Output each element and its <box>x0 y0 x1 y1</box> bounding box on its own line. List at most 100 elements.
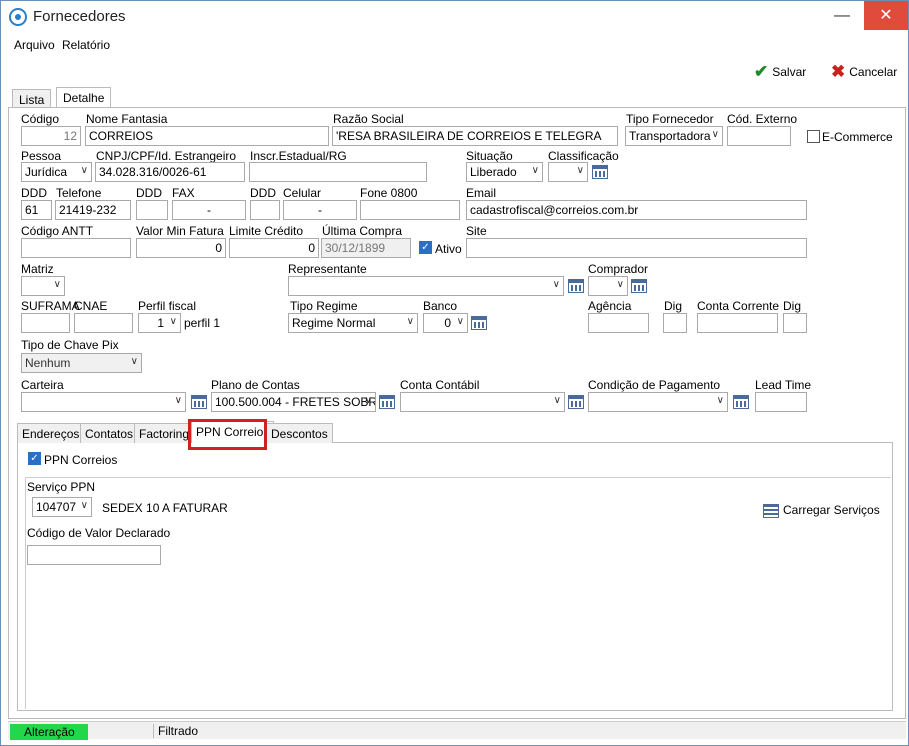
conta-contabil-select[interactable]: ∨ <box>400 392 565 412</box>
calendar-icon[interactable] <box>733 395 749 409</box>
comprador-select[interactable]: ∨ <box>588 276 628 296</box>
calendar-icon[interactable] <box>191 395 207 409</box>
lead-time-label: Lead Time <box>755 378 812 392</box>
conta-field[interactable] <box>697 313 778 333</box>
representante-select[interactable]: ∨ <box>288 276 564 296</box>
chevron-down-icon: ∨ <box>80 165 88 176</box>
ecommerce-checkbox[interactable] <box>807 130 820 143</box>
razao-social-label: Razão Social <box>333 112 404 126</box>
chevron-down-icon: ∨ <box>531 165 539 176</box>
limite-field[interactable]: 0 <box>229 238 319 258</box>
calendar-icon[interactable] <box>631 279 647 293</box>
tab-lista[interactable]: Lista <box>12 89 52 109</box>
pessoa-label: Pessoa <box>21 149 62 163</box>
tab-factoring[interactable]: Factoring <box>134 423 195 443</box>
dig2-label: Dig <box>783 299 802 313</box>
calendar-icon[interactable] <box>379 395 395 409</box>
tipo-fornecedor-select[interactable]: Transportadora ∨ <box>625 126 723 146</box>
tipo-chave-select[interactable]: Nenhum ∨ <box>21 353 142 373</box>
banco-label: Banco <box>423 299 458 313</box>
carteira-select[interactable]: ∨ <box>21 392 186 412</box>
lead-time-field[interactable] <box>755 392 807 412</box>
classificacao-select[interactable]: ∨ <box>548 162 588 182</box>
menu-relatorio[interactable]: Relatório <box>62 38 110 52</box>
ddd3-field[interactable] <box>250 200 280 220</box>
window: Fornecedores — ✕ Arquivo Relatório ✔ Sal… <box>0 0 909 746</box>
dig1-field[interactable] <box>663 313 687 333</box>
cancel-button[interactable]: ✖ Cancelar <box>831 62 897 82</box>
carteira-label: Carteira <box>21 378 64 392</box>
minimize-button[interactable]: — <box>820 1 864 30</box>
fone0800-field[interactable] <box>360 200 460 220</box>
tipo-regime-select[interactable]: Regime Normal ∨ <box>288 313 418 333</box>
fax-label: FAX <box>172 186 195 200</box>
status-mode: Alteração <box>10 724 88 740</box>
condicao-select[interactable]: ∨ <box>588 392 728 412</box>
chevron-down-icon: ∨ <box>552 279 560 290</box>
calendar-icon[interactable] <box>568 395 584 409</box>
inscr-field[interactable] <box>249 162 427 182</box>
ddd1-field[interactable]: 61 <box>21 200 52 220</box>
ddd2-field[interactable] <box>136 200 168 220</box>
cnae-field[interactable] <box>74 313 133 333</box>
sub-tabs: Endereços Contatos Factoring PPN Correio… <box>17 421 893 443</box>
antt-field[interactable] <box>21 238 131 258</box>
chevron-down-icon: ∨ <box>174 395 182 406</box>
close-button[interactable]: ✕ <box>864 1 908 30</box>
cnpj-field[interactable]: 34.028.316/0026-61 <box>95 162 245 182</box>
valor-declarado-field[interactable] <box>27 545 161 565</box>
email-field[interactable]: cadastrofiscal@correios.com.br <box>466 200 807 220</box>
menu-arquivo[interactable]: Arquivo <box>14 38 55 52</box>
inscr-label: Inscr.Estadual/RG <box>250 149 347 163</box>
tab-detalhe[interactable]: Detalhe <box>56 87 112 109</box>
plano-value: 100.500.004 - FRETES SOBRE <box>215 395 376 409</box>
situacao-select[interactable]: Liberado ∨ <box>466 162 543 182</box>
calendar-icon[interactable] <box>592 165 608 179</box>
main-tabs: Lista Detalhe <box>8 87 906 109</box>
tab-enderecos[interactable]: Endereços <box>17 423 85 443</box>
ppn-checkbox[interactable]: ✓ <box>28 452 41 465</box>
chevron-down-icon: ∨ <box>130 356 138 367</box>
dig2-field[interactable] <box>783 313 807 333</box>
chevron-down-icon: ∨ <box>456 316 464 327</box>
perfil-desc: perfil 1 <box>184 316 221 330</box>
cnpj-label: CNPJ/CPF/Id. Estrangeiro <box>96 149 237 163</box>
fax-field[interactable]: - <box>172 200 246 220</box>
ativo-checkbox[interactable]: ✓ <box>419 241 432 254</box>
calendar-icon[interactable] <box>471 316 487 330</box>
cod-externo-field[interactable] <box>727 126 791 146</box>
situacao-label: Situação <box>466 149 513 163</box>
pessoa-select[interactable]: Jurídica ∨ <box>21 162 92 182</box>
tipo-regime-label: Tipo Regime <box>290 299 358 313</box>
tab-descontos[interactable]: Descontos <box>266 423 333 443</box>
codigo-field[interactable]: 12 <box>21 126 81 146</box>
nome-fantasia-label: Nome Fantasia <box>86 112 168 126</box>
valor-min-field[interactable]: 0 <box>136 238 226 258</box>
banco-select[interactable]: 0 ∨ <box>423 313 468 333</box>
razao-social-field[interactable]: 'RESA BRASILEIRA DE CORREIOS E TELEGRA <box>332 126 618 146</box>
celular-field[interactable]: - <box>283 200 357 220</box>
perfil-value: 1 <box>157 316 164 330</box>
telefone-field[interactable]: 21419-232 <box>55 200 131 220</box>
plano-select[interactable]: 100.500.004 - FRETES SOBRE ∨ <box>211 392 376 412</box>
condicao-label: Condição de Pagamento <box>588 378 721 392</box>
cancel-label: Cancelar <box>849 65 898 79</box>
ddd3-label: DDD <box>250 186 276 200</box>
chevron-down-icon: ∨ <box>53 279 61 290</box>
agencia-field[interactable] <box>588 313 649 333</box>
perfil-select[interactable]: 1 ∨ <box>138 313 181 333</box>
classificacao-label: Classificação <box>548 149 619 163</box>
tipo-fornecedor-value: Transportadora <box>629 129 711 143</box>
matriz-select[interactable]: ∨ <box>21 276 65 296</box>
x-icon: ✖ <box>831 62 846 81</box>
servico-select[interactable]: 104707 ∨ <box>32 497 92 517</box>
site-field[interactable] <box>466 238 807 258</box>
tipo-regime-value: Regime Normal <box>292 316 376 330</box>
save-button[interactable]: ✔ Salvar <box>754 62 806 82</box>
nome-fantasia-field[interactable]: CORREIOS <box>85 126 329 146</box>
carregar-servicos-button[interactable]: Carregar Serviços <box>763 503 880 518</box>
tab-contatos[interactable]: Contatos <box>80 423 139 443</box>
calendar-icon[interactable] <box>568 279 584 293</box>
comprador-label: Comprador <box>588 262 649 276</box>
suframa-field[interactable] <box>21 313 70 333</box>
